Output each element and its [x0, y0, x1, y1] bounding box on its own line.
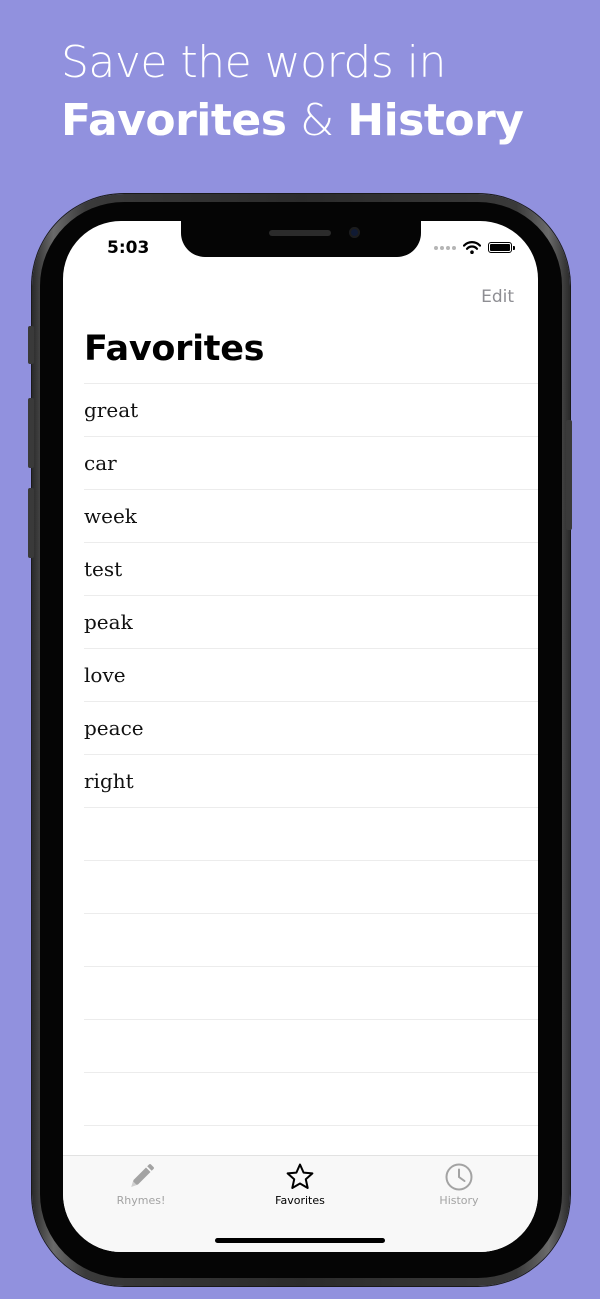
list-item[interactable]: peak	[84, 596, 538, 649]
tab-label: Favorites	[275, 1194, 325, 1207]
promo-favorites-word: Favorites	[61, 95, 287, 146]
tab-label: History	[439, 1194, 479, 1207]
home-indicator[interactable]	[215, 1238, 385, 1243]
page-title: Favorites	[84, 329, 265, 369]
earpiece-speaker	[269, 230, 331, 236]
battery-icon	[488, 242, 515, 253]
cellular-signal-icon	[434, 245, 456, 250]
tab-label: Rhymes!	[116, 1194, 166, 1207]
phone-volume-up-button	[28, 398, 34, 468]
notch	[181, 221, 421, 257]
promo-ampersand: &	[299, 95, 334, 146]
list-item[interactable]: week	[84, 490, 538, 543]
tab-rhymes[interactable]: Rhymes!	[81, 1162, 201, 1207]
list-item-empty	[84, 967, 538, 1020]
clock-icon	[445, 1163, 473, 1191]
list-item[interactable]: love	[84, 649, 538, 702]
list-item-empty	[84, 1073, 538, 1126]
phone-screen: 5:03 Edit Favorites great car week test …	[63, 221, 538, 1252]
promo-line-2: Favorites & History	[61, 92, 581, 150]
tab-bar: Rhymes! Favorites History	[63, 1155, 538, 1252]
promo-history-word: History	[347, 95, 524, 146]
tab-history[interactable]: History	[399, 1162, 519, 1207]
list-item[interactable]: great	[84, 384, 538, 437]
edit-button[interactable]: Edit	[481, 287, 514, 307]
list-item-empty	[84, 1020, 538, 1073]
status-time: 5:03	[107, 238, 150, 258]
pencil-icon	[131, 1164, 154, 1187]
tab-favorites[interactable]: Favorites	[240, 1162, 360, 1207]
list-item-empty	[84, 914, 538, 967]
list-item[interactable]: car	[84, 437, 538, 490]
promo-headline: Save the words in Favorites & History	[61, 34, 581, 150]
list-item-empty	[84, 861, 538, 914]
star-icon	[286, 1163, 314, 1189]
list-item[interactable]: peace	[84, 702, 538, 755]
favorites-list: great car week test peak love peace righ…	[84, 383, 538, 1179]
phone-volume-down-button	[28, 488, 34, 558]
list-item[interactable]: right	[84, 755, 538, 808]
list-item-empty	[84, 808, 538, 861]
wifi-icon	[463, 241, 481, 254]
phone-mute-switch	[28, 326, 34, 364]
list-item[interactable]: test	[84, 543, 538, 596]
promo-line-1: Save the words in	[61, 37, 446, 88]
front-camera	[349, 227, 360, 238]
status-icons	[434, 241, 515, 254]
phone-power-button	[566, 420, 572, 530]
